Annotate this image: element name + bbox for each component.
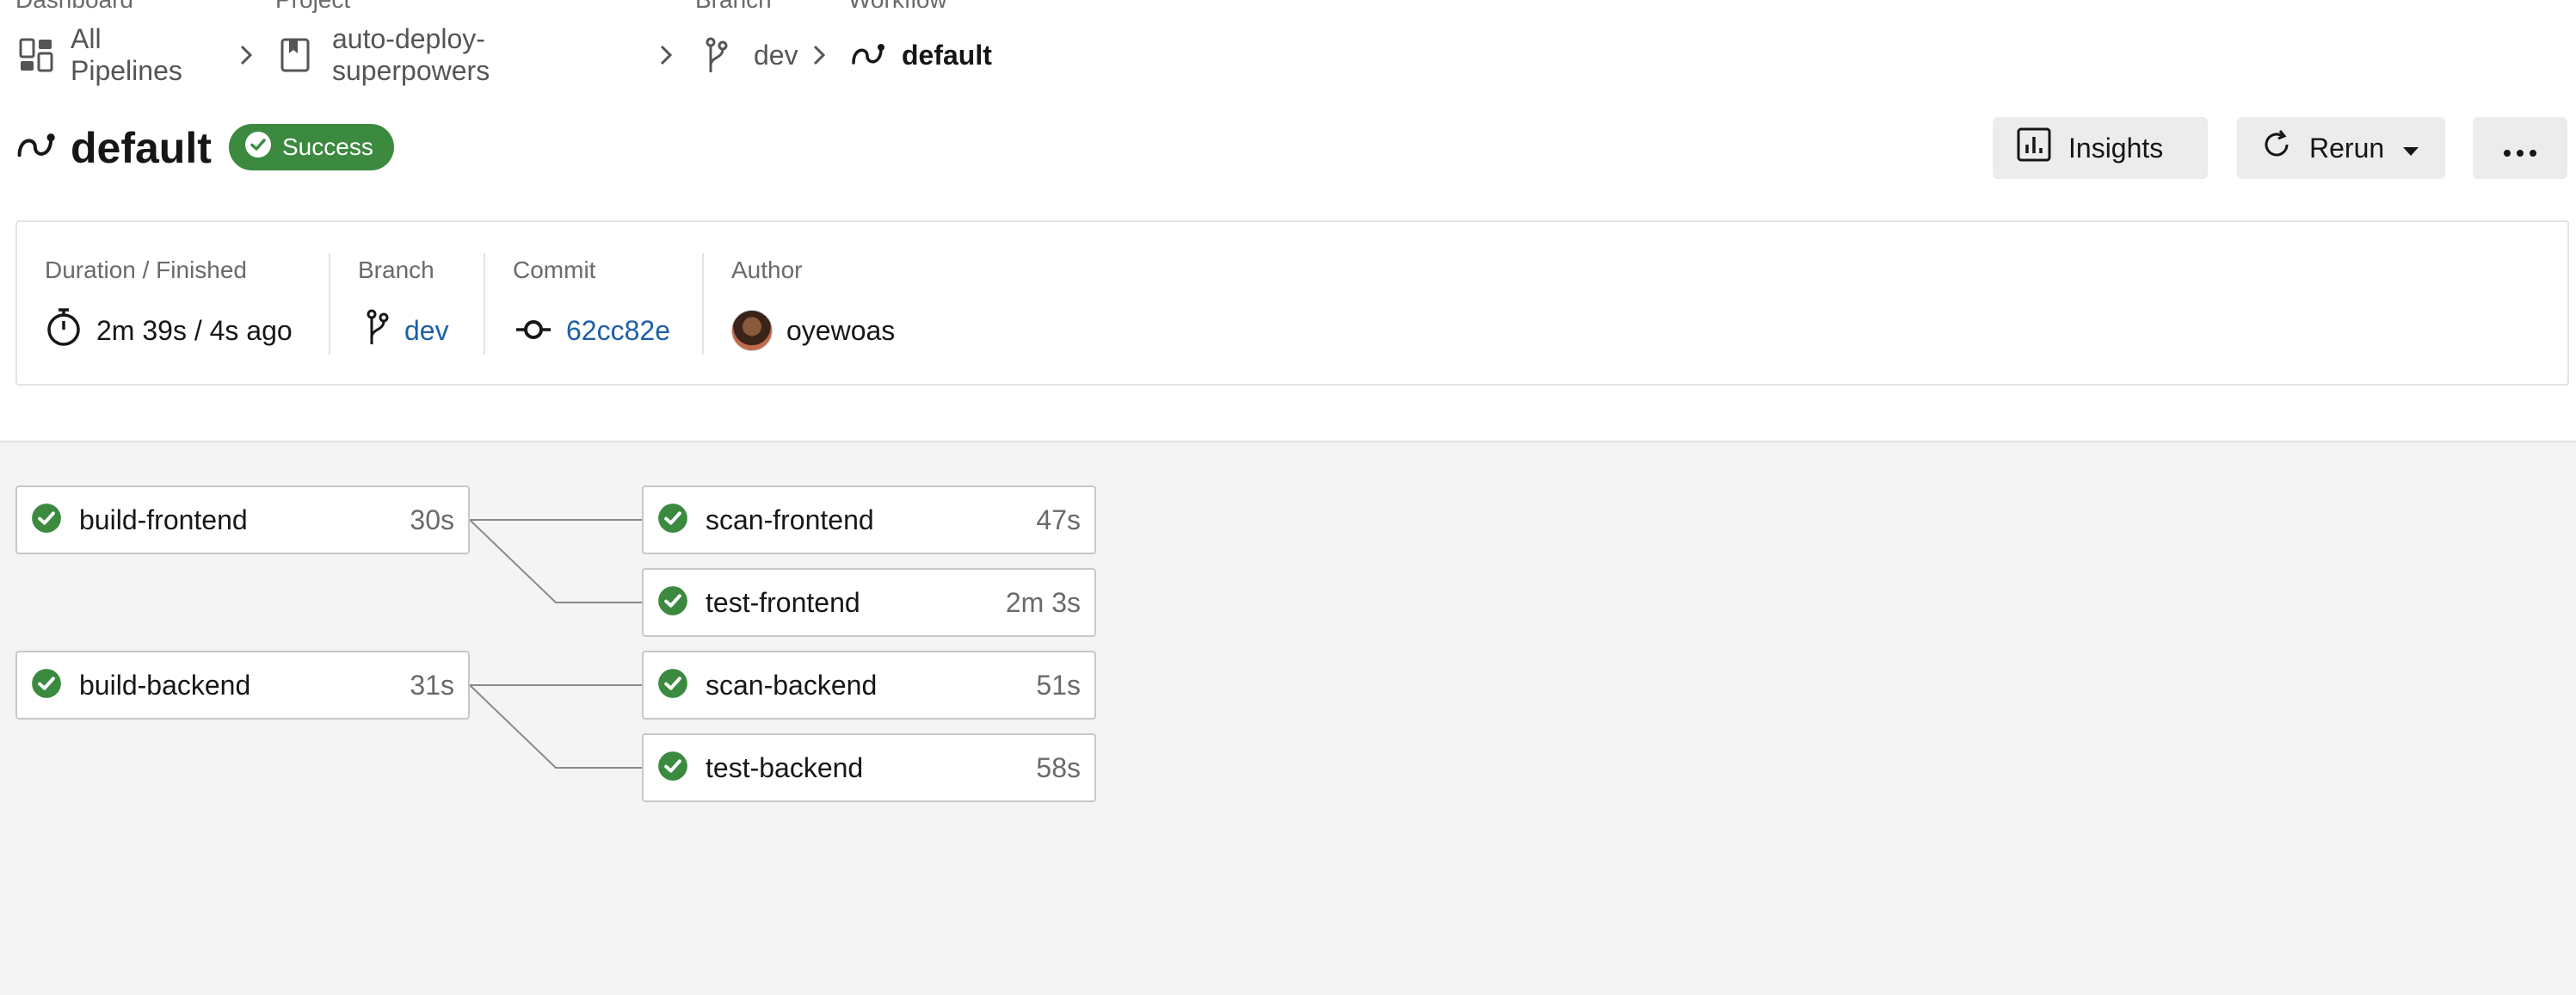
branch-value: dev (365, 305, 449, 356)
job-card-test-backend[interactable]: test-backend 58s (642, 733, 1096, 802)
job-name: test-frontend (706, 586, 860, 618)
job-card-scan-frontend[interactable]: scan-frontend 47s (642, 485, 1096, 554)
rerun-button-label: Rerun (2309, 132, 2385, 164)
crumb-project-label: auto-deploy-superpowers (332, 23, 490, 86)
check-circle-icon (657, 503, 688, 538)
branch-icon (365, 308, 391, 353)
workflow-graph: build-frontend 30s scan-frontend 47s tes… (0, 441, 2576, 995)
job-name: scan-frontend (706, 504, 874, 535)
job-duration: 51s (1036, 669, 1081, 701)
job-card-test-frontend[interactable]: test-frontend 2m 3s (642, 568, 1096, 637)
crumb-branch-label: dev (754, 39, 798, 71)
branch-link[interactable]: dev (404, 315, 449, 347)
author-label: Author (731, 256, 803, 283)
chevron-right-icon (810, 43, 828, 71)
crumb-all-pipelines-label: All Pipelines (71, 23, 182, 86)
refresh-icon (2261, 129, 2292, 167)
status-badge-label: Success (282, 133, 373, 160)
crumb-label-branch: Branch (695, 0, 772, 12)
duration-text: 2m 39s / 4s ago (96, 314, 293, 346)
more-options-button[interactable] (2473, 117, 2567, 179)
crumb-project[interactable]: auto-deploy-superpowers (280, 23, 490, 86)
insights-button[interactable]: Insights (1993, 117, 2208, 179)
author-name: oyewoas (786, 314, 896, 346)
job-name: build-backend (79, 669, 251, 701)
check-circle-icon (657, 585, 688, 621)
job-card-build-frontend[interactable]: build-frontend 30s (15, 485, 470, 554)
ellipsis-icon (2503, 133, 2537, 164)
avatar (731, 310, 773, 351)
bar-chart-icon (2017, 127, 2051, 169)
caret-down-icon (2401, 133, 2420, 164)
branch-icon (704, 36, 730, 74)
job-name: build-frontend (79, 504, 248, 535)
job-card-scan-backend[interactable]: scan-backend 51s (642, 651, 1096, 720)
dashboard-icon (19, 38, 53, 72)
crumb-label-project: Project (275, 0, 350, 12)
workflow-info-card: Duration / Finished 2m 39s / 4s ago Bran… (15, 220, 2569, 386)
workflow-icon (15, 129, 57, 168)
chevron-right-icon (657, 43, 675, 71)
commit-icon (515, 315, 552, 347)
job-duration: 30s (410, 504, 454, 535)
commit-link[interactable]: 62cc82e (566, 315, 670, 347)
chevron-right-icon (237, 43, 255, 71)
status-badge: Success (229, 124, 394, 170)
job-duration: 31s (410, 669, 454, 701)
crumb-all-pipelines[interactable]: All Pipelines (19, 23, 182, 86)
divider (484, 253, 485, 355)
job-name: test-backend (706, 751, 864, 783)
commit-label: Commit (513, 256, 596, 283)
stopwatch-icon (45, 307, 83, 354)
rerun-button[interactable]: Rerun (2237, 117, 2445, 179)
divider (329, 253, 330, 355)
workflow-icon (850, 40, 886, 70)
check-circle-icon (657, 668, 688, 703)
insights-button-label: Insights (2068, 132, 2164, 164)
author-value: oyewoas (731, 305, 895, 356)
check-circle-icon (31, 503, 62, 538)
job-card-build-backend[interactable]: build-backend 31s (15, 651, 470, 720)
page-title: default (71, 124, 212, 172)
crumb-branch[interactable]: dev (704, 31, 798, 79)
crumb-workflow-label: default (902, 39, 992, 71)
crumb-label-workflow: Workflow (848, 0, 947, 12)
job-name: scan-backend (706, 669, 878, 701)
branch-label: Branch (358, 256, 434, 283)
breadcrumb-labels: Dashboard Project Branch Workflow (0, 0, 1032, 14)
check-circle-icon (657, 751, 688, 786)
job-duration: 47s (1036, 504, 1081, 535)
duration-label: Duration / Finished (45, 256, 248, 283)
workflow-page: Dashboard Project Branch Workflow All Pi… (0, 0, 2576, 995)
duration-value: 2m 39s / 4s ago (45, 305, 293, 356)
check-circle-icon (244, 131, 272, 164)
check-circle-icon (31, 668, 62, 703)
job-duration: 58s (1036, 751, 1081, 783)
job-duration: 2m 3s (1005, 586, 1081, 618)
crumb-label-dashboard: Dashboard (15, 0, 133, 12)
commit-value: 62cc82e (515, 305, 670, 356)
divider (702, 253, 704, 355)
bookmark-icon (280, 38, 310, 72)
crumb-workflow[interactable]: default (850, 31, 992, 79)
